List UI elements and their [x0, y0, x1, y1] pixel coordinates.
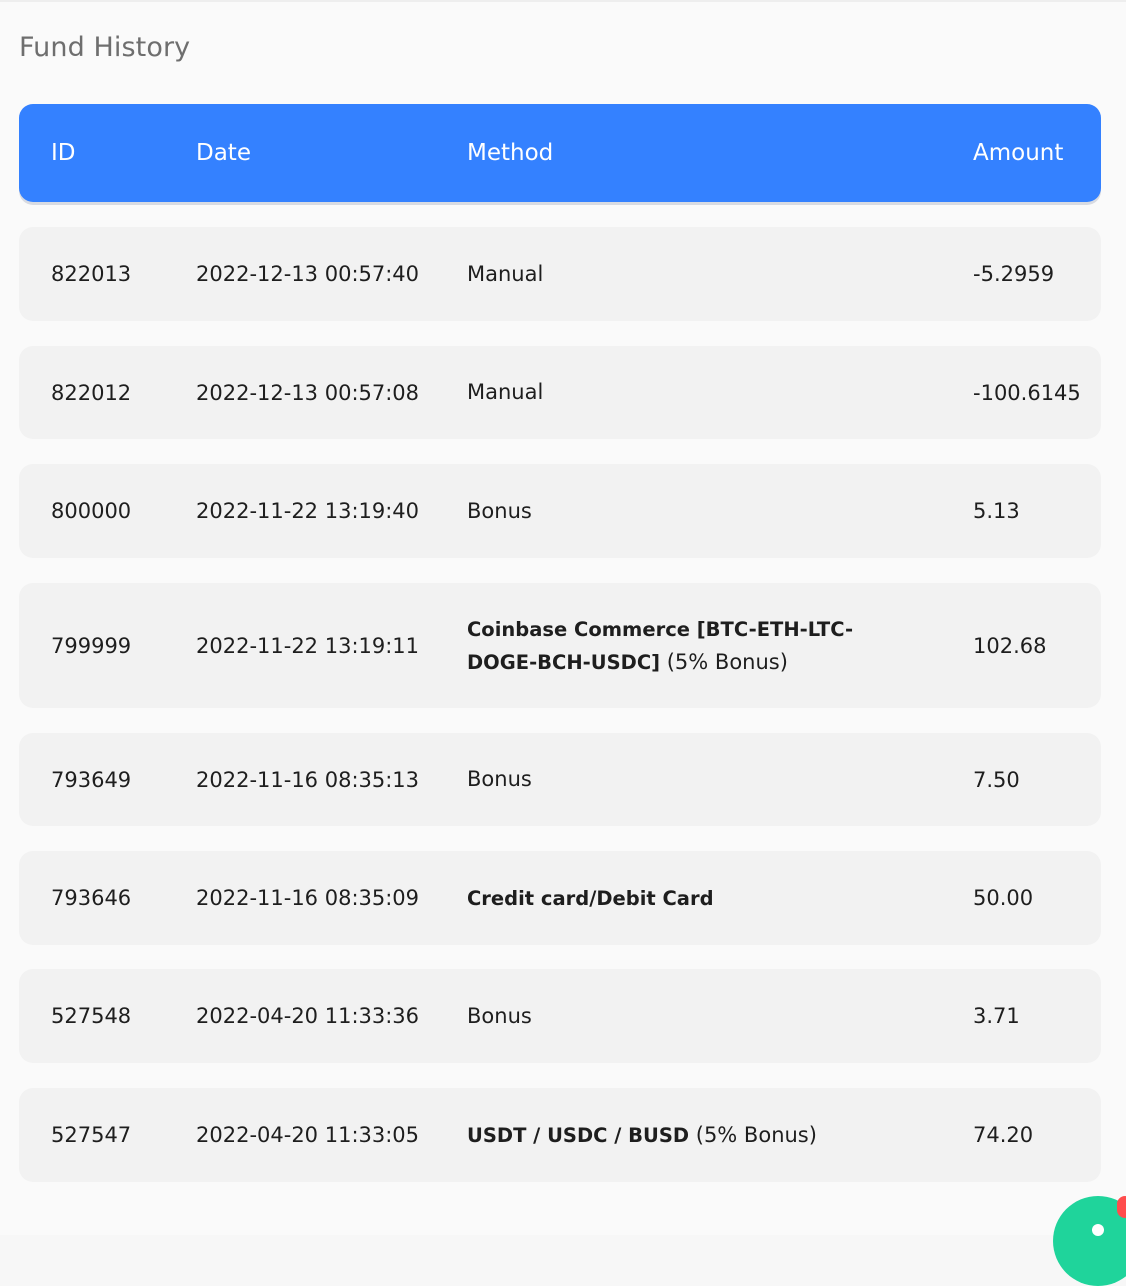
- row-date: 2022-12-13 00:57:40: [196, 262, 420, 286]
- row-amount: 5.13: [973, 499, 1020, 523]
- method-label: Bonus: [467, 495, 532, 528]
- row-id: 527547: [51, 1123, 132, 1147]
- header-date: Date: [196, 140, 251, 166]
- method-suffix: Bonus: [467, 498, 532, 523]
- method-suffix: (5% Bonus): [689, 1122, 817, 1147]
- row-date: 2022-04-20 11:33:36: [196, 1004, 420, 1028]
- row-method: USDT / USDC / BUSD (5% Bonus): [467, 1088, 967, 1182]
- table-row: 527548 2022-04-20 11:33:36 Bonus 3.71: [19, 969, 1101, 1063]
- row-method: Credit card/Debit Card: [467, 851, 967, 945]
- row-amount: -5.2959: [973, 262, 1055, 286]
- row-id: 800000: [51, 499, 132, 523]
- row-method: Bonus: [467, 969, 967, 1063]
- row-method: Bonus: [467, 733, 967, 826]
- header-amount: Amount: [973, 140, 1064, 166]
- row-amount: -100.6145: [973, 380, 1081, 405]
- table-row: 527547 2022-04-20 11:33:05 USDT / USDC /…: [19, 1088, 1101, 1182]
- row-date: 2022-12-13 00:57:08: [196, 380, 420, 405]
- table-row: 799999 2022-11-22 13:19:11 Coinbase Comm…: [19, 583, 1101, 708]
- method-suffix: Bonus: [467, 767, 532, 791]
- row-date: 2022-11-16 08:35:09: [196, 886, 420, 910]
- method-label: Credit card/Debit Card: [467, 882, 714, 915]
- row-amount: 102.68: [973, 633, 1047, 658]
- row-date: 2022-11-22 13:19:40: [196, 499, 420, 523]
- row-id: 527548: [51, 1004, 132, 1028]
- row-method: Bonus: [467, 464, 967, 558]
- header-method: Method: [467, 140, 554, 166]
- row-method: Manual: [467, 346, 967, 439]
- row-id: 793646: [51, 886, 132, 910]
- table-header: ID Date Method Amount: [19, 104, 1101, 202]
- row-id: 822013: [51, 262, 132, 286]
- row-method: Manual: [467, 227, 967, 321]
- method-suffix: Manual: [467, 380, 544, 404]
- row-method: Coinbase Commerce [BTC-ETH-LTC-DOGE-BCH-…: [467, 583, 912, 708]
- row-amount: 50.00: [973, 886, 1034, 910]
- row-date: 2022-11-22 13:19:11: [196, 633, 420, 658]
- row-id: 793649: [51, 767, 132, 792]
- row-date: 2022-11-16 08:35:13: [196, 767, 420, 792]
- header-id: ID: [51, 140, 76, 166]
- row-id: 822012: [51, 380, 132, 405]
- row-amount: 7.50: [973, 767, 1020, 792]
- chat-button[interactable]: [1053, 1196, 1126, 1286]
- method-label: Bonus: [467, 1000, 532, 1033]
- method-label: Manual: [467, 258, 543, 291]
- table-row: 822013 2022-12-13 00:57:40 Manual -5.295…: [19, 227, 1101, 321]
- row-date: 2022-04-20 11:33:05: [196, 1123, 420, 1147]
- method-label: Manual: [467, 376, 543, 409]
- notification-badge: [1117, 1196, 1126, 1218]
- method-label: USDT / USDC / BUSD (5% Bonus): [467, 1119, 817, 1152]
- method-label: Bonus: [467, 763, 532, 796]
- method-bold: USDT / USDC / BUSD: [467, 1123, 690, 1147]
- page-title: Fund History: [19, 32, 191, 63]
- table-row: 800000 2022-11-22 13:19:40 Bonus 5.13: [19, 464, 1101, 558]
- method-suffix: Bonus: [467, 1003, 532, 1028]
- method-label: Coinbase Commerce [BTC-ETH-LTC-DOGE-BCH-…: [467, 613, 912, 679]
- method-bold: Credit card/Debit Card: [467, 886, 714, 910]
- table-row: 822012 2022-12-13 00:57:08 Manual -100.6…: [19, 346, 1101, 439]
- table-row: 793649 2022-11-16 08:35:13 Bonus 7.50: [19, 733, 1101, 826]
- row-id: 799999: [51, 633, 132, 658]
- chat-icon: [1092, 1224, 1104, 1236]
- method-suffix: (5% Bonus): [660, 649, 788, 674]
- method-suffix: Manual: [467, 261, 544, 286]
- row-amount: 3.71: [973, 1004, 1020, 1028]
- table-row: 793646 2022-11-16 08:35:09 Credit card/D…: [19, 851, 1101, 945]
- row-amount: 74.20: [973, 1123, 1034, 1147]
- fund-history-page: Fund History ID Date Method Amount 82201…: [0, 0, 1126, 1286]
